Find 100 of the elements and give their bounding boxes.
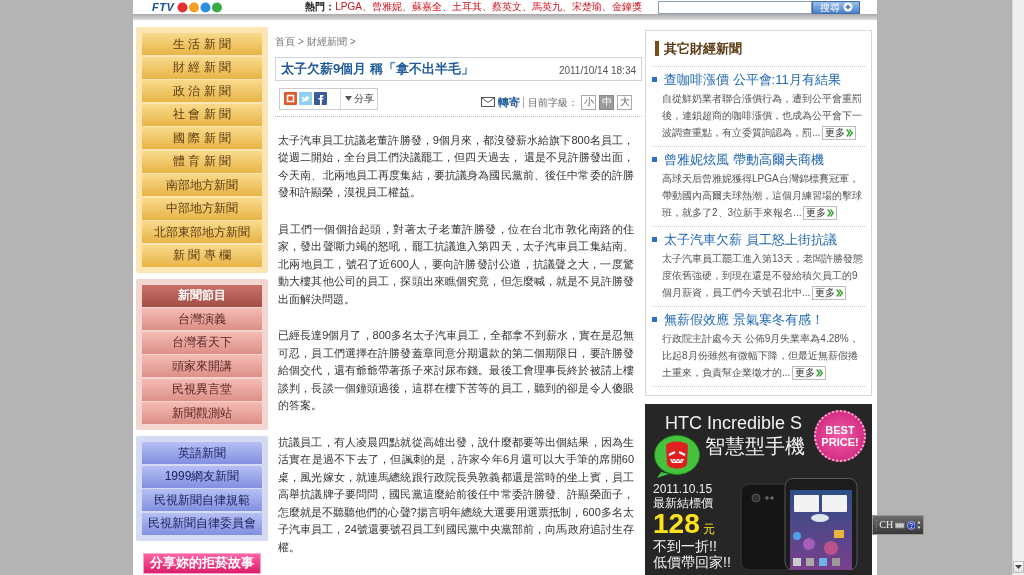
scroll-down-button[interactable] — [1013, 561, 1024, 573]
sidebar-menu-item[interactable]: 政 治 新 聞 — [142, 80, 262, 102]
caret-icon — [345, 96, 352, 101]
article-title: 太子欠薪9個月 稱「拿不出半毛」 — [281, 60, 474, 77]
news-summary: 行政院主計處今天 公佈9月失業率為4.28%，比起8月份雖然有微幅下降，但最近無薪假捲土重來，負責幫企業徵才的... 更多 — [662, 332, 860, 381]
sidebar-menu-item[interactable]: 國 際 新 聞 — [142, 127, 262, 149]
sidebar-menu-item[interactable]: 頭家來開講 — [142, 355, 262, 377]
article-paragraph: 員工們一個個抬起頭，對著太子老董許勝發，位在台北市敦化南路的住家，發出聲嘶力竭的怒吼，罷工抗議進入第四天，太子汽車員工集結南、北兩地員工，號召了近600人，要向許勝發討公道，抗議聲之大，一度驚動大樓其他公司的員工，探頭出來瞧個究竟，但怎麼喊，就是不見許勝發出面解決問題。 — [278, 221, 634, 307]
bullet-icon — [652, 157, 657, 162]
ad-price: 128 — [653, 510, 700, 538]
caret-down-icon — [1015, 565, 1022, 569]
sidebar-menu-item[interactable]: 台灣看天下 — [142, 331, 262, 354]
sidebar-menu-item[interactable]: 體 育 新 聞 — [142, 150, 262, 173]
language-indicator[interactable]: CH — [879, 519, 894, 531]
options-icon[interactable] — [917, 519, 921, 531]
article-paragraph: 已經長達9個月了，800多名太子汽車員工，全都拿不到薪水，實在是忍無可忍，員工們選擇在許勝發蓋章同意分期還款的第二個期限日，要許勝發給個交代，還有爺爺帶著孫子來討尿布錢。最後工會理事長終於被請上樓談判，長談一個鐘頭過後，這群在樓下苦等的員工，聽到的卻是令人傻眼的答案。 — [278, 328, 634, 413]
scrollbar[interactable] — [1012, 0, 1024, 575]
sidebar-menu-item[interactable]: 民視新聞自律委員會 — [142, 512, 262, 535]
section-header: 新聞節目 — [142, 284, 262, 307]
help-icon[interactable] — [906, 519, 916, 531]
heading-bar-icon — [655, 41, 659, 56]
share-button[interactable]: 分享 — [340, 88, 377, 109]
hot-topic-link[interactable]: 曾雅妮 — [371, 1, 402, 13]
more-button[interactable]: 更多 — [812, 286, 847, 301]
bullet-icon — [652, 237, 657, 242]
sidebar-menu-item[interactable]: 新 聞 專 欄 — [142, 244, 262, 267]
ad-price-label: 最新結標價 — [653, 496, 713, 510]
more-button[interactable]: 更多 — [803, 206, 838, 221]
social-share-icon[interactable] — [284, 92, 297, 105]
search-icon — [842, 2, 853, 12]
sidebar-menu-item[interactable]: 台灣演義 — [142, 308, 262, 330]
list-separator: 、 — [601, 1, 612, 13]
list-separator: 、 — [441, 1, 452, 13]
mascot-icon — [653, 434, 701, 478]
double-chevron-icon — [816, 369, 824, 378]
news-headline-link[interactable]: 太子汽車欠薪 員工怒上街抗議 — [664, 232, 837, 247]
sidebar-menu-item[interactable]: 北部東部地方新聞 — [142, 221, 262, 243]
font-size-label: 目前字級： — [523, 96, 578, 108]
sidebar-menu-item[interactable]: 南部地方新聞 — [142, 174, 262, 196]
breadcrumb-separator: > — [349, 35, 356, 49]
sidebar-menu-item[interactable]: 社 會 新 聞 — [142, 103, 262, 126]
news-headline-link[interactable]: 曾雅妮炫風 帶動高爾夫商機 — [664, 152, 824, 167]
font-size-button[interactable]: 大 — [617, 94, 632, 110]
news-headline-link[interactable]: 查咖啡漲價 公平會:11月有結果 — [664, 72, 841, 87]
keyboard-icon[interactable] — [895, 521, 905, 529]
ad-date: 2011.10.15 — [653, 482, 713, 496]
forward-link[interactable]: 轉寄 — [481, 95, 520, 109]
more-button[interactable]: 更多 — [822, 126, 857, 141]
list-separator: 、 — [521, 1, 532, 13]
promo-banner[interactable]: 分享妳的拒菸故事 — [143, 552, 261, 574]
mail-icon — [481, 97, 495, 107]
list-separator: 、 — [561, 1, 572, 13]
hot-topic-link[interactable]: 蘇嘉全 — [411, 1, 442, 13]
advertisement-banner[interactable]: HTC Incredible S 智慧型手機 2011.10.15 最新結標價 128 元 不到一折!! 低價帶回家!! BEST PRICE! — [645, 404, 872, 575]
bullet-icon — [652, 317, 657, 322]
news-summary: 太子汽車員工罷工進入第13天，老闆許勝發態度依舊強硬，到現在還是不發給積欠員工的9個月薪資，員工們今天號召北中... 更多 — [662, 252, 865, 301]
section-title: 其它財經新聞 — [664, 40, 742, 57]
breadcrumb-link[interactable]: 首頁 — [275, 35, 295, 49]
more-button[interactable]: 更多 — [792, 366, 827, 381]
search-field[interactable] — [658, 0, 812, 14]
hot-topic-link[interactable]: 土耳其 — [451, 1, 482, 13]
list-separator: 、 — [361, 1, 372, 13]
double-chevron-icon — [836, 289, 844, 298]
sidebar-menu-item[interactable]: 民視新聞自律規範 — [142, 489, 262, 511]
logo-icon[interactable] — [177, 1, 224, 13]
hot-topic-link[interactable]: 宋楚瑜 — [571, 1, 602, 13]
sidebar-menu-item[interactable]: 1999網友新聞 — [142, 465, 262, 488]
ad-title: HTC Incredible S — [664, 412, 803, 434]
sidebar-menu-item[interactable]: 新聞觀測站 — [142, 402, 262, 424]
ad-slogan: 不到一折!! — [653, 538, 717, 554]
bullet-icon — [652, 77, 657, 82]
sidebar-menu-item[interactable]: 財 經 新 聞 — [142, 56, 262, 79]
hot-topics-label: 熱門： — [305, 1, 336, 13]
double-chevron-icon — [827, 209, 835, 218]
list-separator: 、 — [401, 1, 412, 13]
social-share-icon[interactable] — [314, 92, 327, 105]
breadcrumb-link[interactable]: 財經新聞 — [306, 35, 347, 49]
article-paragraph: 抗議員工，有人凌晨四點就從高雄出發，說什麼都要等出個結果，因為生活實在是過不下去了，但諷刺的是，許家今年6月還可以大手筆的席開60桌，風光嫁女，就連馬總統跟行政院長吳敦義都還是當時的坐上賓，員工高舉抗議牌子要問問，國民黨這麼給前後任中常委許勝發、許顯榮面子，怎麼就是不聽聽他們的心聲?揚言明年總統大選要用選票抵制，600多名太子汽車員工，24號還要號召員工到國民黨中央黨部前，向馬政府追討生存權。 — [278, 434, 634, 555]
hot-topic-link[interactable]: 金鐘獎 — [611, 1, 642, 13]
hot-topic-link[interactable]: 蔡英文 — [491, 1, 522, 13]
double-chevron-icon — [846, 129, 854, 138]
sidebar-menu-item[interactable]: 中部地方新聞 — [142, 197, 262, 220]
logo-text[interactable]: FTV — [152, 1, 175, 13]
font-size-button[interactable]: 小 — [581, 94, 596, 110]
article-date: 2011/10/14 18:34 — [558, 64, 636, 78]
ad-subtitle: 智慧型手機 — [705, 434, 805, 458]
sidebar-menu-item[interactable]: 英語新聞 — [142, 442, 262, 464]
price-badge: BEST PRICE! — [814, 410, 866, 462]
breadcrumb-separator: > — [298, 35, 304, 49]
news-headline-link[interactable]: 無薪假效應 景氣寒冬有感！ — [664, 312, 824, 327]
hot-topic-link[interactable]: LPGA — [335, 1, 362, 13]
sidebar-menu-item[interactable]: 生 活 新 聞 — [142, 33, 262, 55]
hot-topic-link[interactable]: 馬英九 — [531, 1, 562, 13]
article-paragraph: 太子汽車員工抗議老董許勝發，9個月來，都沒發薪水給旗下800名員工，從週二開始，全台員工們決議罷工，但四天過去， 還是不見許勝發出面，今天南、北兩地員工再度集結，要抗議身為國民黨前、後任中常委的許勝發和許顯榮，漠視員工權益。 — [278, 132, 634, 200]
ad-slogan: 低價帶回家!! — [653, 554, 731, 570]
news-summary: 自從鮮奶業者聯合漲價行為，遭到公平會重罰後，連鎖超商的咖啡漲價，也成為公平會下一波調查重點，有立委質詢認為，罰... 更多 — [662, 92, 863, 141]
ad-currency: 元 — [702, 522, 715, 536]
news-summary: 高球天后曾雅妮獲得LPGA台灣錦標賽冠軍，帶動國內高爾夫球熱潮，這個月練習場的擊球班，就多了2、3位新手來報名... 更多 — [662, 172, 863, 221]
list-separator: 、 — [481, 1, 492, 13]
sidebar-menu-item[interactable]: 民視異言堂 — [142, 378, 262, 401]
